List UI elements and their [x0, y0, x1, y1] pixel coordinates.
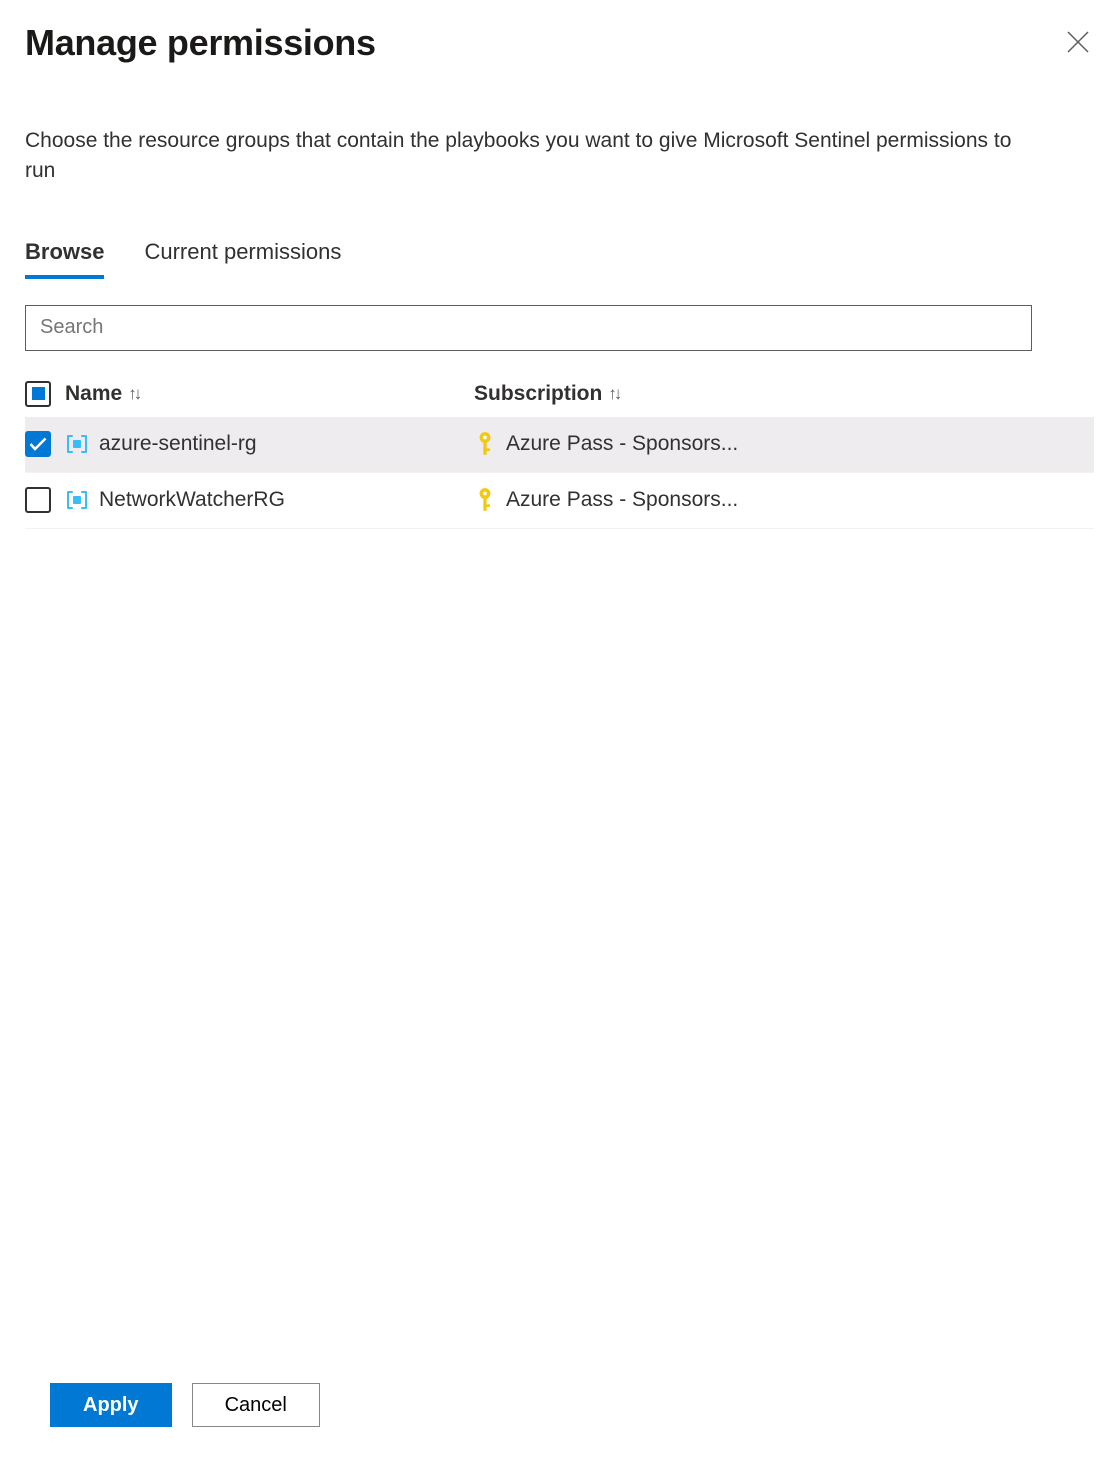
row-subscription-label: Azure Pass - Sponsors... — [506, 488, 738, 512]
cell-name: NetworkWatcherRG — [65, 488, 460, 512]
cell-subscription: Azure Pass - Sponsors... — [474, 431, 1094, 457]
table-row[interactable]: azure-sentinel-rg Azure Pass - Sponsors.… — [25, 417, 1094, 473]
panel-header: Manage permissions — [25, 22, 1094, 64]
resource-group-icon — [65, 488, 89, 512]
cell-subscription: Azure Pass - Sponsors... — [474, 487, 1094, 513]
sort-icon: ↑↓ — [608, 384, 619, 404]
cell-name: azure-sentinel-rg — [65, 432, 460, 456]
panel-description: Choose the resource groups that contain … — [25, 126, 1025, 187]
column-header-subscription-label: Subscription — [474, 382, 602, 406]
close-icon[interactable] — [1066, 22, 1094, 59]
panel-title: Manage permissions — [25, 22, 376, 64]
cancel-button[interactable]: Cancel — [192, 1383, 320, 1427]
panel-footer: Apply Cancel — [25, 1369, 1094, 1467]
table-row[interactable]: NetworkWatcherRG Azure Pass - Sponsors..… — [25, 473, 1094, 529]
select-all-checkbox[interactable] — [25, 381, 51, 407]
resource-group-icon — [65, 432, 89, 456]
row-name-label: NetworkWatcherRG — [99, 488, 285, 512]
column-header-name-label: Name — [65, 382, 122, 406]
tab-current-permissions[interactable]: Current permissions — [144, 239, 341, 279]
table-header-row: Name ↑↓ Subscription ↑↓ — [25, 381, 1094, 417]
column-header-subscription[interactable]: Subscription ↑↓ — [474, 382, 1094, 406]
sort-icon: ↑↓ — [128, 384, 139, 404]
key-icon — [474, 431, 496, 457]
key-icon — [474, 487, 496, 513]
row-checkbox[interactable] — [25, 487, 51, 513]
checkmark-icon — [29, 437, 47, 451]
tabs: Browse Current permissions — [25, 239, 1094, 279]
tab-browse[interactable]: Browse — [25, 239, 104, 279]
resource-group-table: Name ↑↓ Subscription ↑↓ azure-sentinel-r… — [25, 381, 1094, 529]
search-input[interactable] — [25, 305, 1032, 351]
apply-button[interactable]: Apply — [50, 1383, 172, 1427]
row-name-label: azure-sentinel-rg — [99, 432, 257, 456]
column-header-name[interactable]: Name ↑↓ — [65, 382, 460, 406]
manage-permissions-panel: Manage permissions Choose the resource g… — [0, 0, 1119, 1467]
row-checkbox[interactable] — [25, 431, 51, 457]
row-subscription-label: Azure Pass - Sponsors... — [506, 432, 738, 456]
